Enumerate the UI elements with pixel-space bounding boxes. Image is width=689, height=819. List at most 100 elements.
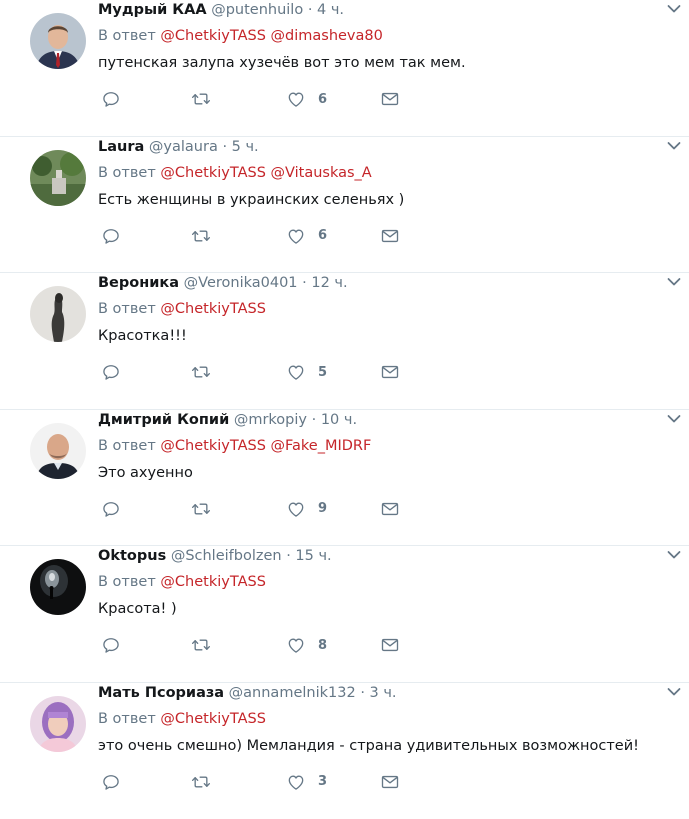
author-handle[interactable]: @annamelnik132	[229, 685, 356, 701]
mention-link[interactable]: @Fake_MIDRF	[271, 438, 372, 454]
envelope-icon	[380, 362, 400, 382]
mention-link[interactable]: @ChetkiyTASS	[160, 301, 266, 317]
chevron-down-icon[interactable]	[667, 414, 681, 424]
heart-icon	[286, 226, 306, 246]
tweet-text: Есть женщины в украинских селеньях )	[98, 190, 404, 210]
direct-message-button[interactable]	[380, 498, 400, 520]
reply-button[interactable]	[101, 634, 121, 656]
tweet-actions: 6	[98, 225, 418, 247]
chevron-down-icon[interactable]	[667, 141, 681, 151]
like-count: 8	[318, 638, 327, 653]
mention-list: @ChetkiyTASS	[160, 574, 266, 590]
timestamp[interactable]: 12 ч.	[311, 275, 347, 291]
heart-icon	[286, 635, 306, 655]
like-button[interactable]: 5	[286, 361, 327, 383]
timestamp[interactable]: 15 ч.	[295, 548, 331, 564]
mention-link[interactable]: @Vitauskas_A	[271, 165, 372, 181]
direct-message-button[interactable]	[380, 361, 400, 383]
tweet-header: Дмитрий Копий @mrkopiy · 10 ч.	[98, 410, 649, 430]
retweet-icon	[191, 226, 211, 246]
reply-button[interactable]	[101, 771, 121, 793]
like-button[interactable]: 9	[286, 498, 327, 520]
chevron-down-icon[interactable]	[667, 277, 681, 287]
envelope-icon	[380, 226, 400, 246]
avatar[interactable]	[30, 286, 86, 342]
retweet-button[interactable]	[191, 225, 211, 247]
tweet-5: Oktopus @Schleifbolzen · 15 ч. В ответ @…	[0, 546, 689, 683]
timestamp[interactable]: 10 ч.	[321, 412, 357, 428]
like-count: 6	[318, 228, 327, 243]
envelope-icon	[380, 499, 400, 519]
timestamp[interactable]: 3 ч.	[370, 685, 397, 701]
retweet-icon	[191, 635, 211, 655]
author-handle[interactable]: @Veronika0401	[184, 275, 298, 291]
reply-button[interactable]	[101, 361, 121, 383]
reply-button[interactable]	[101, 225, 121, 247]
envelope-icon	[380, 772, 400, 792]
avatar[interactable]	[30, 696, 86, 752]
retweet-button[interactable]	[191, 634, 211, 656]
author-handle[interactable]: @mrkopiy	[234, 412, 307, 428]
author-name[interactable]: Дмитрий Копий	[98, 412, 229, 428]
mention-link[interactable]: @ChetkiyTASS	[160, 28, 266, 44]
like-button[interactable]: 3	[286, 771, 327, 793]
author-handle[interactable]: @putenhuilo	[211, 2, 303, 18]
author-name[interactable]: Вероника	[98, 275, 179, 291]
author-name[interactable]: Oktopus	[98, 548, 166, 564]
tweet-6: Мать Псориаза @annamelnik132 · 3 ч. В от…	[0, 683, 689, 819]
retweet-button[interactable]	[191, 498, 211, 520]
retweet-button[interactable]	[191, 771, 211, 793]
retweet-button[interactable]	[191, 88, 211, 110]
author-handle[interactable]: @Schleifbolzen	[171, 548, 282, 564]
direct-message-button[interactable]	[380, 225, 400, 247]
heart-icon	[286, 499, 306, 519]
timestamp[interactable]: 5 ч.	[232, 139, 259, 155]
like-button[interactable]: 8	[286, 634, 327, 656]
reply-context: В ответ @ChetkiyTASS @Vitauskas_A	[98, 163, 372, 183]
reply-icon	[101, 89, 121, 109]
avatar[interactable]	[30, 150, 86, 206]
timestamp[interactable]: 4 ч.	[317, 2, 344, 18]
like-button[interactable]: 6	[286, 225, 327, 247]
mention-link[interactable]: @ChetkiyTASS	[160, 165, 266, 181]
separator: ·	[222, 139, 227, 155]
chevron-down-icon[interactable]	[667, 550, 681, 560]
bald-man-icon	[30, 423, 86, 479]
reply-context: В ответ @ChetkiyTASS @Fake_MIDRF	[98, 436, 371, 456]
author-name[interactable]: Мать Псориаза	[98, 685, 224, 701]
chevron-down-icon[interactable]	[667, 4, 681, 14]
mention-link[interactable]: @ChetkiyTASS	[160, 574, 266, 590]
direct-message-button[interactable]	[380, 634, 400, 656]
like-count: 9	[318, 501, 327, 516]
tweet-header: Мудрый КАА @putenhuilo · 4 ч.	[98, 0, 649, 20]
avatar[interactable]	[30, 559, 86, 615]
mention-link[interactable]: @ChetkiyTASS	[160, 438, 266, 454]
avatar[interactable]	[30, 423, 86, 479]
separator: ·	[302, 275, 307, 291]
reply-button[interactable]	[101, 88, 121, 110]
avatar[interactable]	[30, 13, 86, 69]
tweet-actions: 5	[98, 361, 418, 383]
tweet-header: Laura @yalaura · 5 ч.	[98, 137, 649, 157]
author-name[interactable]: Мудрый КАА	[98, 2, 207, 18]
retweet-icon	[191, 499, 211, 519]
direct-message-button[interactable]	[380, 88, 400, 110]
tweet-feed: Мудрый КАА @putenhuilo · 4 ч. В ответ @C…	[0, 0, 689, 819]
chevron-down-icon[interactable]	[667, 687, 681, 697]
author-handle[interactable]: @yalaura	[149, 139, 218, 155]
tweet-text: Красотка!!!	[98, 326, 187, 346]
tweet-4: Дмитрий Копий @mrkopiy · 10 ч. В ответ @…	[0, 410, 689, 547]
mention-link[interactable]: @dimasheva80	[271, 28, 383, 44]
like-button[interactable]: 6	[286, 88, 327, 110]
reply-prefix: В ответ	[98, 301, 156, 317]
reply-icon	[101, 362, 121, 382]
heart-icon	[286, 772, 306, 792]
envelope-icon	[380, 89, 400, 109]
reply-button[interactable]	[101, 498, 121, 520]
retweet-button[interactable]	[191, 361, 211, 383]
tweet-text: Красота! )	[98, 599, 177, 619]
author-name[interactable]: Laura	[98, 139, 144, 155]
reply-prefix: В ответ	[98, 711, 156, 727]
direct-message-button[interactable]	[380, 771, 400, 793]
mention-link[interactable]: @ChetkiyTASS	[160, 711, 266, 727]
